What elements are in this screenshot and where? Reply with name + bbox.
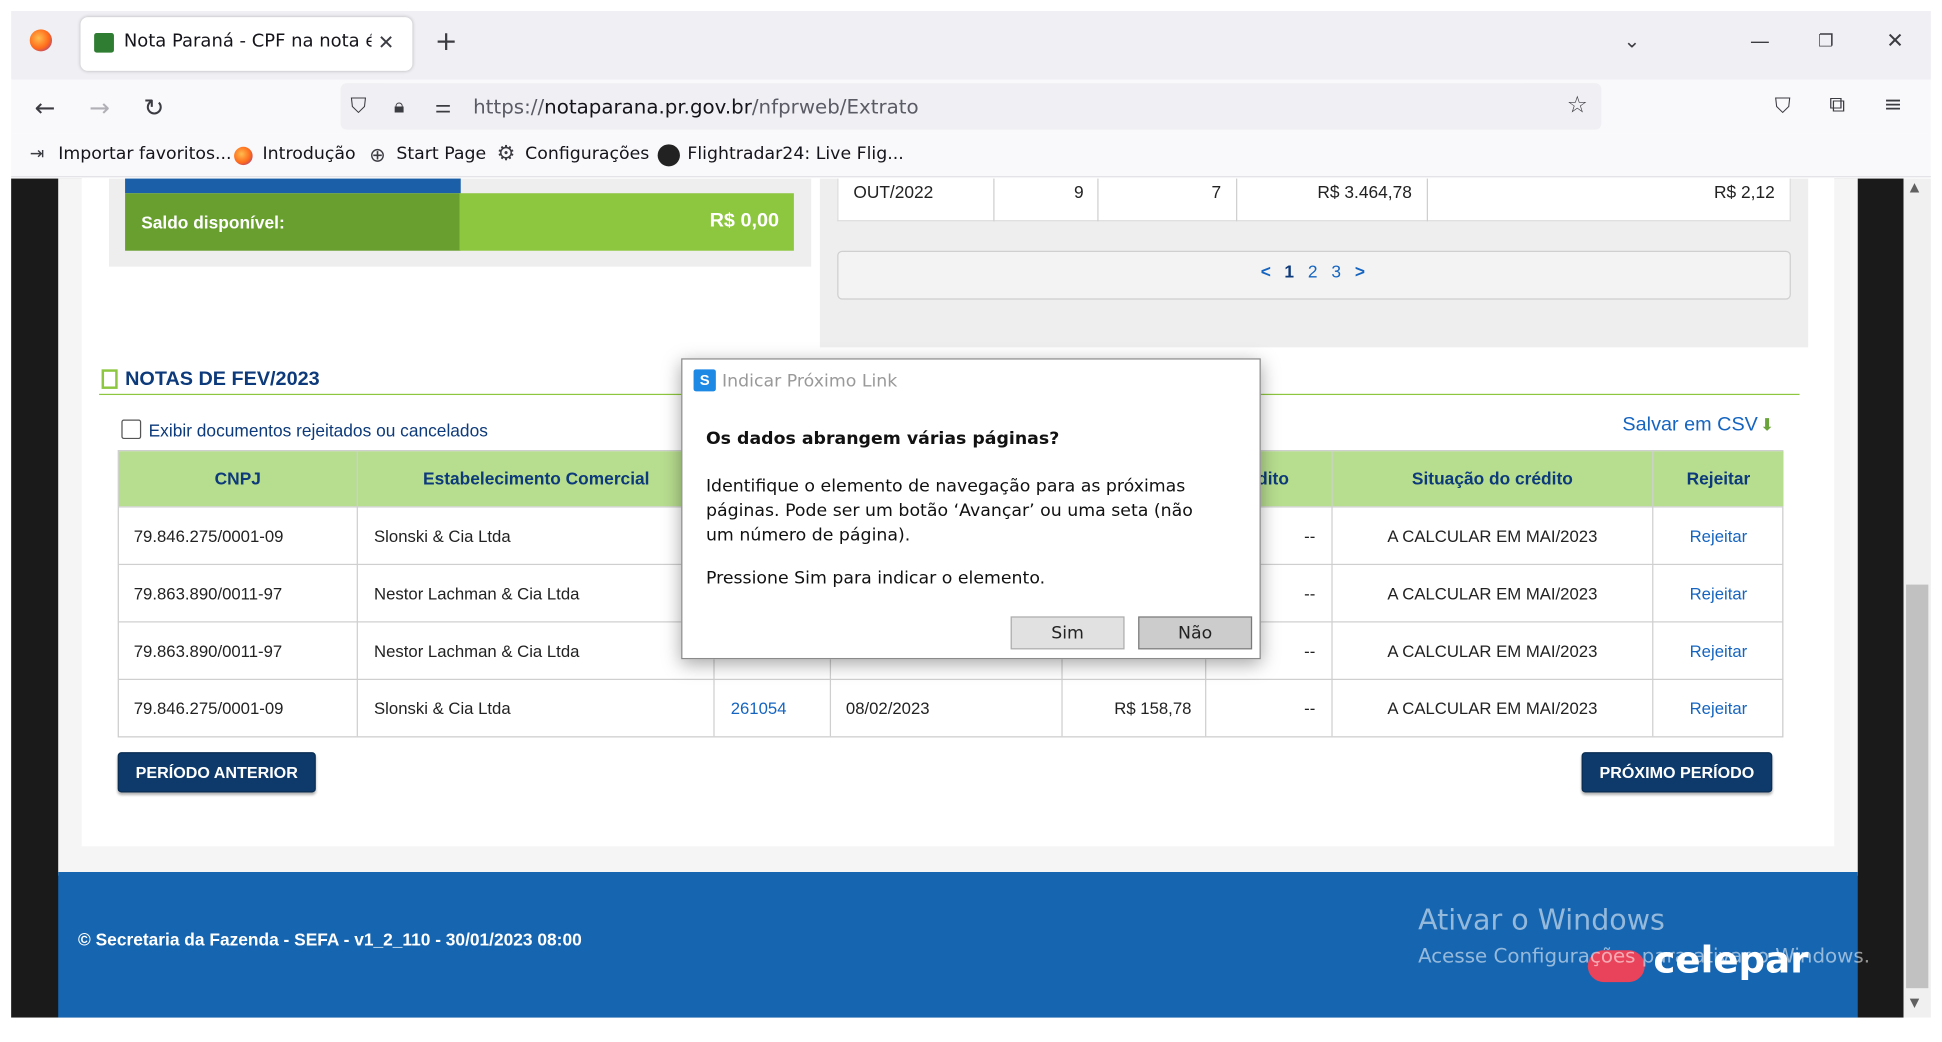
cell-value: R$ 158,78	[1114, 699, 1192, 718]
cell-situacao: A CALCULAR EM MAI/2023	[1387, 584, 1598, 603]
show-rejected-checkbox[interactable]	[121, 419, 142, 440]
firefox-bookmark-icon	[234, 146, 253, 166]
menu-icon[interactable]: ≡	[1884, 92, 1903, 118]
footer-copyright: © Secretaria da Fazenda - SEFA - v1_2_11…	[78, 929, 582, 950]
app-icon: S	[693, 369, 716, 392]
dialog-body: Identifique o elemento de navegação para…	[705, 476, 1193, 546]
lock-icon[interactable]: 🔒︎	[394, 94, 405, 118]
divider	[1426, 178, 1428, 222]
forward-icon[interactable]: →	[89, 93, 110, 122]
cell-situacao: A CALCULAR EM MAI/2023	[1387, 527, 1598, 546]
saldo-value: R$ 0,00	[709, 210, 780, 232]
reject-link[interactable]: Rejeitar	[1653, 585, 1783, 603]
close-tab-icon[interactable]: ✕	[378, 31, 395, 54]
previous-period-button[interactable]: PERÍODO ANTERIOR	[117, 752, 316, 793]
reject-link[interactable]: Rejeitar	[1653, 642, 1783, 660]
dialog-heading: Os dados abrangem várias páginas?	[705, 429, 1060, 449]
reject-link[interactable]: Rejeitar	[1653, 700, 1783, 718]
dialog-instruction: Pressione Sim para indicar o elemento.	[705, 568, 1046, 589]
scroll-up-icon[interactable]: ▲	[1910, 181, 1920, 194]
permissions-icon[interactable]: ⚌	[435, 95, 452, 117]
new-tab-icon[interactable]: +	[435, 27, 458, 58]
divider	[1236, 178, 1238, 222]
pocket-icon[interactable]: ⛉	[1775, 94, 1791, 118]
bookmark-introducao[interactable]: Introdução	[263, 144, 356, 164]
notas-title: NOTAS DE FEV/2023	[125, 369, 320, 391]
saldo-label: Saldo disponível:	[141, 212, 285, 233]
bookmark-start-page[interactable]: Start Page	[396, 144, 486, 164]
tab-title: Nota Paraná - CPF na nota é din	[123, 31, 372, 52]
cell-estab: Slonski & Cia Ltda	[374, 699, 511, 718]
reload-icon[interactable]: ↻	[144, 93, 165, 122]
save-csv-link[interactable]: Salvar em CSV	[1622, 415, 1757, 437]
no-button[interactable]: Não	[1138, 616, 1253, 650]
download-icon[interactable]: ⬇	[1760, 415, 1775, 436]
import-icon: ⇥	[29, 144, 45, 164]
saldo-top-bar	[125, 178, 461, 194]
globe-icon: ⊕	[369, 143, 386, 167]
cell-cnpj: 79.863.890/0011-97	[133, 584, 283, 603]
bookmark-flightradar[interactable]: Flightradar24: Live Flig...	[687, 144, 903, 164]
cell-cnpj: 79.846.275/0001-09	[133, 699, 284, 718]
yes-button[interactable]: Sim	[1010, 616, 1125, 650]
scrollbar-thumb[interactable]	[1906, 584, 1929, 989]
cell-situacao: A CALCULAR EM MAI/2023	[1387, 699, 1598, 718]
header-cnpj: CNPJ	[214, 468, 261, 488]
url-text[interactable]: https://notaparana.pr.gov.br/nfprweb/Ext…	[473, 95, 919, 118]
header-estabelecimento: Estabelecimento Comercial	[423, 468, 650, 488]
document-icon	[101, 369, 118, 389]
gear-icon: ⚙	[496, 141, 516, 167]
row-divider	[118, 678, 1784, 680]
col-divider	[356, 451, 358, 737]
scroll-down-icon[interactable]: ▼	[1910, 997, 1920, 1010]
tab-favicon-icon	[94, 33, 114, 53]
cell-situacao: A CALCULAR EM MAI/2023	[1387, 642, 1598, 661]
shield-icon[interactable]: ⛉	[350, 94, 366, 118]
nota-number-link[interactable]: 261054	[731, 700, 787, 718]
close-window-icon[interactable]: ✕	[1886, 29, 1904, 53]
cell-estab: Nestor Lachman & Cia Ltda	[374, 642, 580, 661]
pagination-page-3[interactable]: 3	[1331, 262, 1341, 282]
bookmark-import[interactable]: Importar favoritos...	[58, 144, 231, 164]
windows-watermark-subtitle: Acesse Configurações para ativar o Windo…	[1418, 944, 1870, 968]
show-rejected-label[interactable]: Exibir documentos rejeitados ou cancelad…	[149, 421, 488, 441]
summary-credit: R$ 2,12	[1714, 182, 1775, 202]
bookmark-configuracoes[interactable]: Configurações	[525, 144, 649, 164]
pagination-prev[interactable]: <	[1261, 262, 1271, 282]
pagination-next[interactable]: >	[1355, 262, 1365, 282]
header-rejeitar: Rejeitar	[1686, 468, 1751, 488]
cell-cnpj: 79.863.890/0011-97	[133, 642, 283, 661]
divider	[1097, 178, 1099, 222]
header-situacao: Situação do crédito	[1411, 468, 1573, 488]
cell-cnpj: 79.846.275/0001-09	[133, 527, 284, 546]
pagination-page-1[interactable]: 1	[1284, 262, 1294, 282]
back-icon[interactable]: ←	[35, 93, 56, 122]
firefox-icon[interactable]	[29, 29, 53, 52]
cell-estab: Nestor Lachman & Cia Ltda	[374, 584, 580, 603]
cell-credit: --	[1304, 699, 1316, 718]
windows-watermark-title: Ativar o Windows	[1418, 905, 1665, 937]
flightradar-icon	[657, 144, 680, 167]
cell-date: 08/02/2023	[845, 699, 930, 718]
summary-col2: 9	[1074, 182, 1084, 202]
dialog-title: Indicar Próximo Link	[722, 371, 898, 392]
pagination-page-2[interactable]: 2	[1308, 262, 1318, 282]
reject-link[interactable]: Rejeitar	[1653, 527, 1783, 545]
cell-estab: Slonski & Cia Ltda	[374, 527, 511, 546]
summary-month: OUT/2022	[853, 182, 934, 202]
minimize-icon[interactable]: —	[1750, 29, 1770, 52]
summary-col3: 7	[1211, 182, 1222, 202]
list-tabs-chevron-icon[interactable]: ⌄	[1624, 29, 1641, 52]
next-period-button[interactable]: PRÓXIMO PERÍODO	[1581, 752, 1773, 793]
bookmark-star-icon[interactable]: ☆	[1567, 92, 1588, 119]
extensions-icon[interactable]: ⧉	[1829, 92, 1845, 118]
summary-total: R$ 3.464,78	[1317, 182, 1412, 202]
restore-icon[interactable]: ❐	[1818, 32, 1834, 52]
